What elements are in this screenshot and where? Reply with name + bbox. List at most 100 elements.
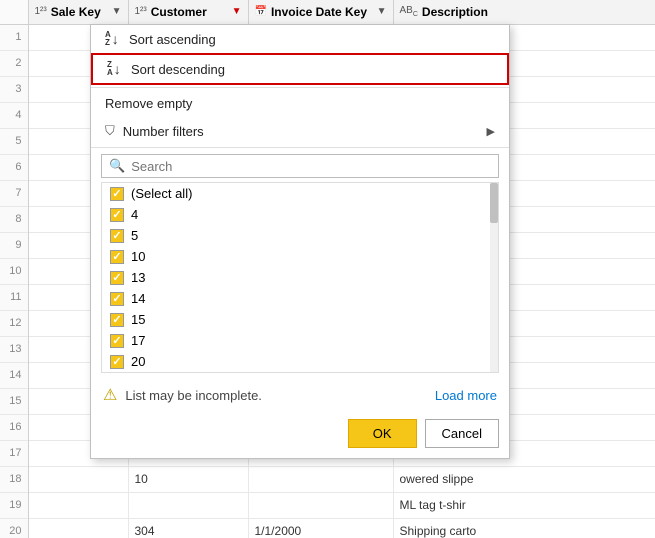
row-num-cell: 16	[0, 414, 28, 440]
row-num-cell: 8	[0, 206, 28, 232]
button-row: OK Cancel	[91, 413, 509, 458]
sort-descending-icon: ZA ↓	[107, 61, 123, 77]
checkbox-label-7: 17	[131, 333, 145, 348]
checkbox-7[interactable]: ✓	[110, 334, 124, 348]
col-header-custkey: 1²³ Customer ▼	[128, 0, 248, 24]
table-row: 20 304 1/1/2000 Shipping carto	[0, 518, 655, 538]
number-filters-label: Number filters	[123, 124, 204, 139]
custkey-cell: 304	[128, 518, 248, 538]
checkbox-label-0: (Select all)	[131, 186, 192, 201]
menu-divider-1	[91, 87, 509, 88]
checkbox-item[interactable]: ✓ 4	[102, 204, 498, 225]
desc-cell: Shipping carto	[393, 518, 655, 538]
table-row: 19 ML tag t-shir	[0, 492, 655, 518]
checkbox-2[interactable]: ✓	[110, 229, 124, 243]
desc-cell: owered slippe	[393, 466, 655, 492]
col-header-desc: ABC Description	[393, 0, 655, 24]
row-num-cell: 1	[0, 24, 28, 50]
row-num-cell: 18	[0, 466, 28, 492]
sort-ascending-label: Sort ascending	[129, 32, 216, 47]
row-num-cell: 6	[0, 154, 28, 180]
row-num-cell: 14	[0, 362, 28, 388]
custkey-cell	[128, 492, 248, 518]
sort-descending-label: Sort descending	[131, 62, 225, 77]
salekey-cell	[28, 492, 128, 518]
checkbox-6[interactable]: ✓	[110, 313, 124, 327]
desc-col-title: Description	[422, 5, 488, 19]
checkbox-item[interactable]: ✓ 10	[102, 246, 498, 267]
custkey-cell: 10	[128, 466, 248, 492]
custkey-type-icon: 1²³	[135, 6, 147, 17]
number-filters-icon: ⛉	[105, 123, 115, 139]
table-row: 18 10 owered slippe	[0, 466, 655, 492]
checkbox-item[interactable]: ✓ 14	[102, 288, 498, 309]
checkmark-5: ✓	[112, 292, 121, 305]
row-num-cell: 11	[0, 284, 28, 310]
checkmark-1: ✓	[112, 208, 121, 221]
invdate-type-icon: 📅	[255, 6, 267, 17]
checkmark-6: ✓	[112, 313, 121, 326]
checkbox-item[interactable]: ✓ (Select all)	[102, 183, 498, 204]
load-more-link[interactable]: Load more	[435, 388, 497, 403]
remove-empty-item[interactable]: Remove empty	[91, 90, 509, 117]
checkbox-3[interactable]: ✓	[110, 250, 124, 264]
custkey-col-title: Customer	[151, 5, 207, 19]
invdate-cell	[248, 466, 393, 492]
sort-descending-item[interactable]: ZA ↓ Sort descending	[91, 53, 509, 85]
checkbox-item[interactable]: ✓ 5	[102, 225, 498, 246]
row-num-cell: 10	[0, 258, 28, 284]
salekey-type-icon: 1²³	[35, 6, 47, 17]
checkbox-item[interactable]: ✓ 13	[102, 267, 498, 288]
search-box: 🔍	[101, 154, 499, 178]
footer-text: List may be incomplete.	[125, 388, 262, 403]
invdate-dropdown-trigger[interactable]: ▼	[377, 6, 387, 17]
remove-empty-label: Remove empty	[105, 96, 192, 111]
search-input[interactable]	[131, 159, 491, 174]
row-num-cell: 9	[0, 232, 28, 258]
checkbox-label-8: 20	[131, 354, 145, 369]
dropdown-footer: ⚠ List may be incomplete. Load more	[91, 377, 509, 413]
sort-ascending-item[interactable]: AZ ↓ Sort ascending	[91, 25, 509, 53]
checkbox-5[interactable]: ✓	[110, 292, 124, 306]
checkbox-label-2: 5	[131, 228, 138, 243]
salekey-dropdown-trigger[interactable]: ▼	[112, 6, 122, 17]
row-num-cell: 2	[0, 50, 28, 76]
row-num-cell: 3	[0, 76, 28, 102]
sort-ascending-icon: AZ ↓	[105, 31, 121, 47]
ok-button[interactable]: OK	[348, 419, 417, 448]
invdate-cell: 1/1/2000	[248, 518, 393, 538]
checkmark-2: ✓	[112, 229, 121, 242]
checkbox-4[interactable]: ✓	[110, 271, 124, 285]
row-num-cell: 4	[0, 102, 28, 128]
checkbox-item[interactable]: ✓ 20	[102, 351, 498, 372]
checkmark-8: ✓	[112, 355, 121, 368]
search-icon: 🔍	[109, 158, 125, 174]
invdate-cell	[248, 492, 393, 518]
warning-icon: ⚠	[103, 385, 117, 405]
checkbox-item[interactable]: ✓ 17	[102, 330, 498, 351]
salekey-col-title: Sale Key	[51, 5, 101, 19]
checkbox-item[interactable]: ✓ 15	[102, 309, 498, 330]
filter-dropdown: AZ ↓ Sort ascending ZA ↓ Sort descending…	[90, 24, 510, 459]
row-num-cell: 20	[0, 518, 28, 538]
checkbox-label-1: 4	[131, 207, 138, 222]
checkbox-8[interactable]: ✓	[110, 355, 124, 369]
scrollbar-thumb[interactable]	[490, 183, 498, 223]
scrollbar-track[interactable]	[490, 183, 498, 372]
row-num-cell: 15	[0, 388, 28, 414]
checkbox-items-container: ✓ (Select all) ✓ 4 ✓ 5 ✓ 10 ✓ 13 ✓	[102, 183, 498, 372]
checkbox-list: ✓ (Select all) ✓ 4 ✓ 5 ✓ 10 ✓ 13 ✓	[101, 182, 499, 373]
checkbox-1[interactable]: ✓	[110, 208, 124, 222]
checkbox-0[interactable]: ✓	[110, 187, 124, 201]
invdate-col-title: Invoice Date Key	[271, 5, 367, 19]
row-num-cell: 5	[0, 128, 28, 154]
number-filters-item[interactable]: ⛉ Number filters ▶	[91, 117, 509, 145]
cancel-button[interactable]: Cancel	[425, 419, 499, 448]
custkey-dropdown-trigger[interactable]: ▼	[232, 6, 242, 17]
desc-cell: ML tag t-shir	[393, 492, 655, 518]
desc-type-icon: ABC	[400, 5, 418, 18]
col-header-salekey: 1²³ Sale Key ▼	[28, 0, 128, 24]
checkmark-4: ✓	[112, 271, 121, 284]
col-header-invdate: 📅 Invoice Date Key ▼	[248, 0, 393, 24]
checkbox-label-6: 15	[131, 312, 145, 327]
